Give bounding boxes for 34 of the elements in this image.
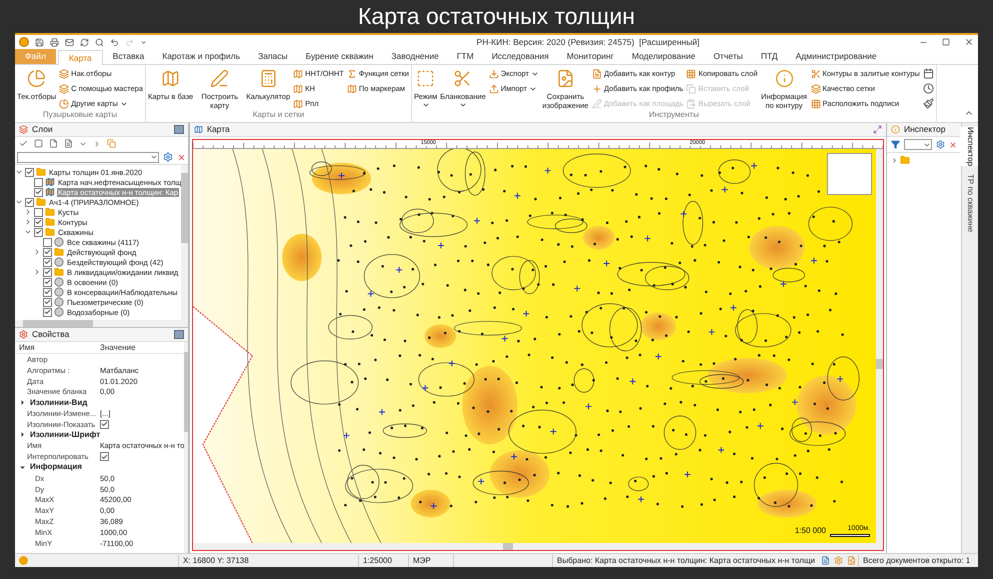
ribbon-tab[interactable]: Заводнение xyxy=(383,49,447,64)
ribbon-tab[interactable]: Администрирование xyxy=(788,49,885,64)
scale-label: 1:50 000 xyxy=(794,525,826,537)
group-label: Пузырьковые карты xyxy=(42,110,118,121)
column-header: Имя xyxy=(18,342,36,354)
ribbon-tab[interactable]: Отчеты xyxy=(705,49,751,64)
ribbon-tab[interactable]: Каротаж и профиль xyxy=(154,49,248,64)
panel-title: Свойства xyxy=(32,328,70,341)
ribbon-tab[interactable]: Моделирование xyxy=(624,49,704,64)
panel-title: Карта xyxy=(207,123,230,136)
ribbon-tab[interactable]: Мониторинг xyxy=(558,49,622,64)
property-category: Изолинии-Шрифт xyxy=(30,428,100,441)
status-coordinates: X: 16800 Y: 37138 xyxy=(178,554,358,566)
side-tab[interactable]: Инспектор xyxy=(960,127,978,166)
ribbon-tab[interactable]: Бурение скважин xyxy=(298,49,382,64)
ribbon-tab[interactable]: ГТМ xyxy=(448,49,482,64)
status-scale: 1:25000 xyxy=(358,554,408,566)
window-title: РН-КИН: Версия: 2020 (Ревизия: 24575) [Расширенный] xyxy=(476,36,700,48)
property-category: Информация xyxy=(30,461,82,474)
page-title: Карта остаточных толщин xyxy=(357,2,636,31)
ribbon-tab[interactable]: Вставка xyxy=(104,49,152,64)
status-source: МЭР xyxy=(408,554,453,566)
group-label: Карты и сетки xyxy=(252,110,306,121)
ribbon-tab[interactable]: ПТД xyxy=(752,49,786,64)
ribbon-tab[interactable]: Исследования xyxy=(484,49,557,64)
column-header: Значение xyxy=(100,342,136,354)
group-label: Инструменты xyxy=(648,110,700,121)
panel-title: Инспектор xyxy=(904,123,946,136)
status-selection: Выбрано: Карта остаточных н-н толщин: Карта остаточных н-н толщи xyxy=(552,554,819,566)
status-documents: Всего документов открыто: 1 xyxy=(858,554,978,566)
side-tab[interactable]: ТР по скважине xyxy=(960,174,978,232)
panel-title: Слои xyxy=(32,123,53,136)
property-category: Изолинии-Вид xyxy=(30,396,88,409)
ribbon-tab[interactable]: Запасы xyxy=(250,49,296,64)
